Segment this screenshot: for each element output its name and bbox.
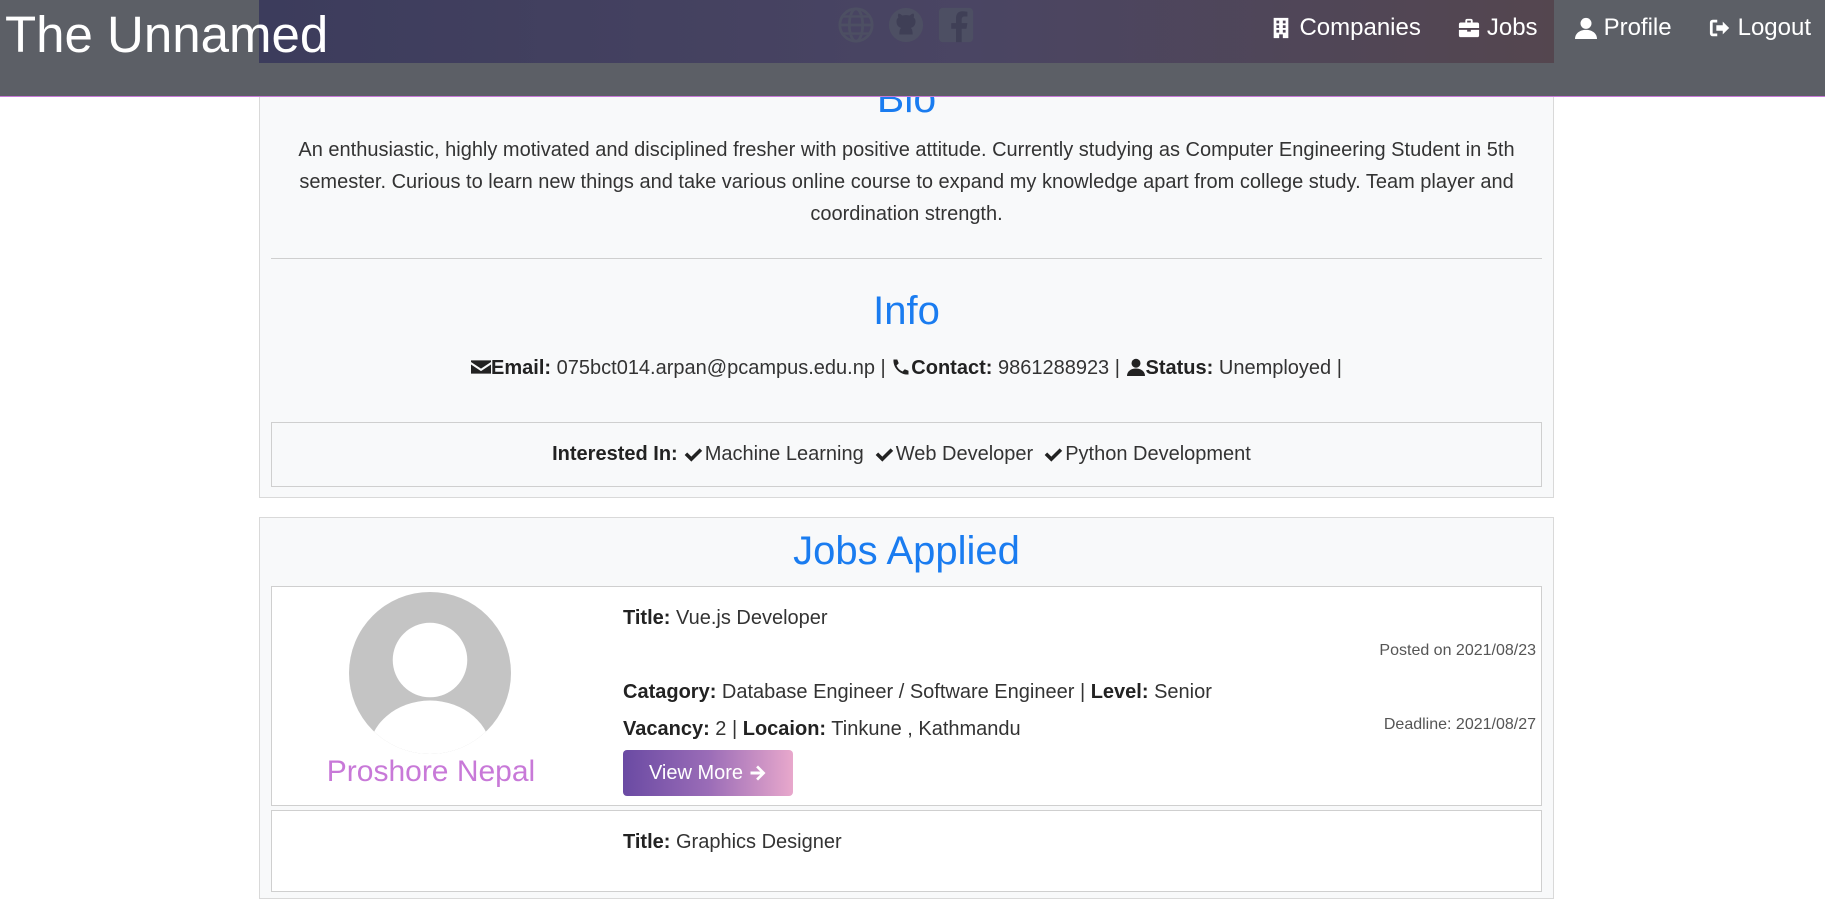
interest-item: Machine Learning (683, 443, 864, 466)
nav-logout-label: Logout (1737, 14, 1811, 41)
job-title: Graphics Designer (675, 831, 842, 853)
check-icon (875, 447, 893, 462)
jobs-applied-card: Jobs Applied Proshore Nepal Title: Vue.j… (259, 517, 1554, 899)
company-column: Proshore Nepal (272, 587, 590, 805)
company-avatar[interactable] (349, 592, 511, 754)
separator: | (880, 357, 886, 379)
user-icon (1126, 358, 1145, 376)
globe-icon[interactable] (837, 6, 875, 44)
status-label: Status: (1145, 357, 1214, 379)
contact-label: Contact: (911, 357, 993, 379)
nav-logout[interactable]: Logout (1709, 14, 1811, 42)
job-item: Title: Graphics Designer (271, 810, 1542, 892)
company-name[interactable]: Proshore Nepal (272, 755, 590, 789)
nav-companies-label: Companies (1299, 14, 1421, 41)
contact-info: Email: 075bct014.arpan@pcampus.edu.np | … (260, 357, 1553, 380)
nav-links: Companies Jobs Profile Logout (1270, 14, 1811, 42)
bio-text: An enthusiastic, highly motivated and di… (298, 139, 1515, 225)
separator: | (1114, 357, 1120, 379)
jobs-applied-title: Jobs Applied (793, 529, 1020, 573)
profile-card: Bio An enthusiastic, highly motivated an… (259, 40, 1554, 498)
brand-logo[interactable]: The Unnamed (5, 5, 328, 64)
envelope-icon (471, 360, 492, 374)
info-title: Info (873, 289, 940, 333)
job-details: Title: Vue.js Developer Posted on 2021/0… (623, 587, 1541, 805)
user-icon (1574, 17, 1597, 39)
nav-jobs[interactable]: Jobs (1458, 14, 1538, 42)
check-icon (1044, 447, 1063, 462)
interests-box: Interested In: Machine Learning Web Deve… (271, 422, 1542, 487)
social-links (837, 6, 975, 44)
github-icon[interactable] (887, 6, 925, 44)
nav-jobs-label: Jobs (1486, 14, 1538, 41)
email-label: Email: (491, 357, 552, 379)
status-value: Unemployed (1218, 357, 1332, 379)
briefcase-icon (1458, 18, 1479, 38)
job-title-line: Title: Vue.js Developer (623, 607, 828, 629)
job-title-line: Title: Graphics Designer (623, 831, 842, 853)
email-value: 075bct014.arpan@pcampus.edu.np (556, 357, 875, 379)
arrow-right-icon (750, 765, 766, 781)
job-category: Database Engineer / Software Engineer (721, 681, 1075, 703)
facebook-icon[interactable] (937, 6, 975, 44)
navbar: The Unnamed Companies Jobs Profile Logou… (0, 0, 1825, 97)
section-divider (271, 258, 1542, 259)
job-details: Title: Graphics Designer (623, 811, 1541, 891)
view-more-button[interactable]: View More (623, 750, 793, 796)
logout-icon (1709, 19, 1729, 37)
interested-label: Interested In: (552, 443, 678, 465)
deadline-date: Deadline: 2021/08/27 (1383, 716, 1536, 733)
interest-item: Python Development (1043, 443, 1251, 466)
check-icon (684, 447, 702, 462)
nav-companies[interactable]: Companies (1270, 14, 1421, 42)
job-title: Vue.js Developer (675, 607, 828, 629)
job-level: Senior (1154, 681, 1212, 703)
job-category-line: Catagory: Database Engineer / Software E… (623, 681, 1212, 703)
interest-item: Web Developer (874, 443, 1033, 466)
contact-value: 9861288923 (997, 357, 1110, 379)
separator: | (1336, 357, 1342, 379)
nav-profile-label: Profile (1603, 14, 1672, 41)
nav-profile[interactable]: Profile (1574, 14, 1672, 42)
posted-date: Posted on 2021/08/23 (1379, 642, 1536, 659)
job-item: Proshore Nepal Title: Vue.js Developer P… (271, 586, 1542, 806)
job-vacancy-line: Vacancy: 2 | Locaion: Tinkune , Kathmand… (623, 718, 1021, 740)
job-location: Tinkune , Kathmandu (831, 718, 1021, 740)
job-vacancy: 2 (715, 718, 727, 740)
phone-icon (893, 359, 909, 375)
building-icon (1274, 17, 1289, 39)
